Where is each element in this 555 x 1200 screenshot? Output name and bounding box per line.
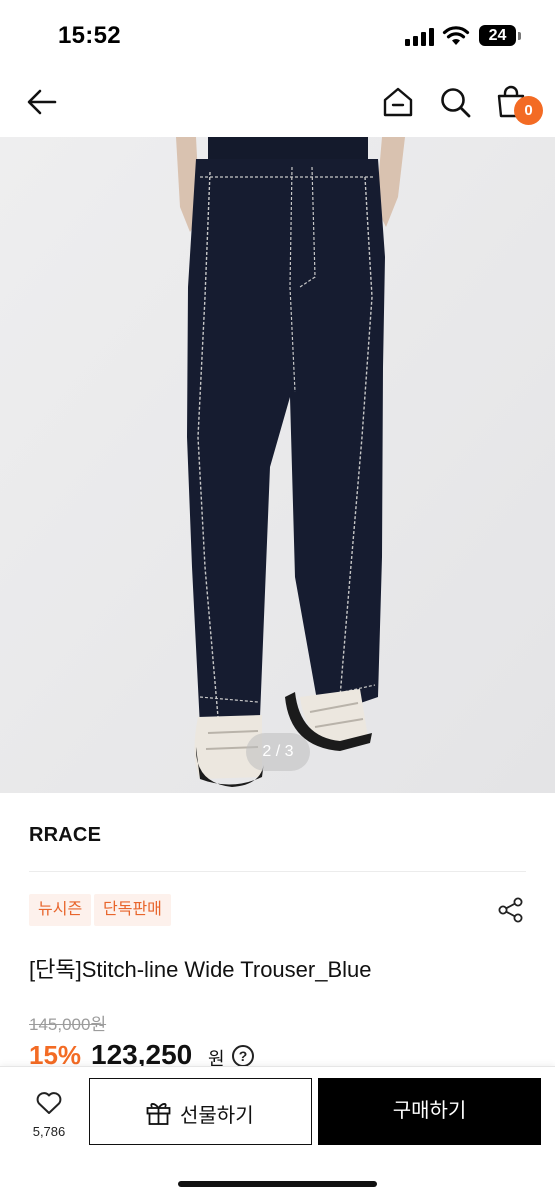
tag-new-season: 뉴시즌 (29, 894, 92, 926)
arrow-left-icon[interactable] (24, 84, 60, 120)
home-icon[interactable] (380, 84, 416, 120)
heart-icon (36, 1092, 62, 1114)
tag-exclusive: 단독판매 (94, 894, 171, 926)
product-title: [단독]Stitch-line Wide Trouser_Blue (29, 957, 372, 982)
price-info-icon[interactable]: ? (232, 1045, 254, 1067)
home-indicator (178, 1181, 377, 1187)
battery-nub (518, 32, 521, 40)
battery-indicator: 24 (479, 25, 516, 46)
original-price: 145,000원 (29, 1015, 107, 1034)
cart-count-badge: 0 (514, 96, 543, 125)
brand-name[interactable]: RRACE (29, 824, 101, 847)
buy-button[interactable]: 구매하기 (318, 1078, 541, 1145)
gift-icon (146, 1103, 171, 1125)
image-counter: 2 / 3 (246, 733, 310, 771)
product-photo (0, 137, 555, 793)
divider (29, 871, 526, 872)
product-image[interactable] (0, 137, 555, 793)
share-icon[interactable] (497, 896, 525, 924)
top-nav-bar (0, 70, 555, 137)
search-icon[interactable] (437, 84, 473, 120)
cellular-signal-icon (405, 28, 435, 46)
wifi-icon (442, 26, 470, 45)
status-time: 15:52 (58, 22, 121, 49)
like-count: 5,786 (32, 1124, 66, 1139)
gift-button-label: 선물하기 (180, 1105, 254, 1127)
status-bar: 15:52 24 (0, 0, 555, 70)
